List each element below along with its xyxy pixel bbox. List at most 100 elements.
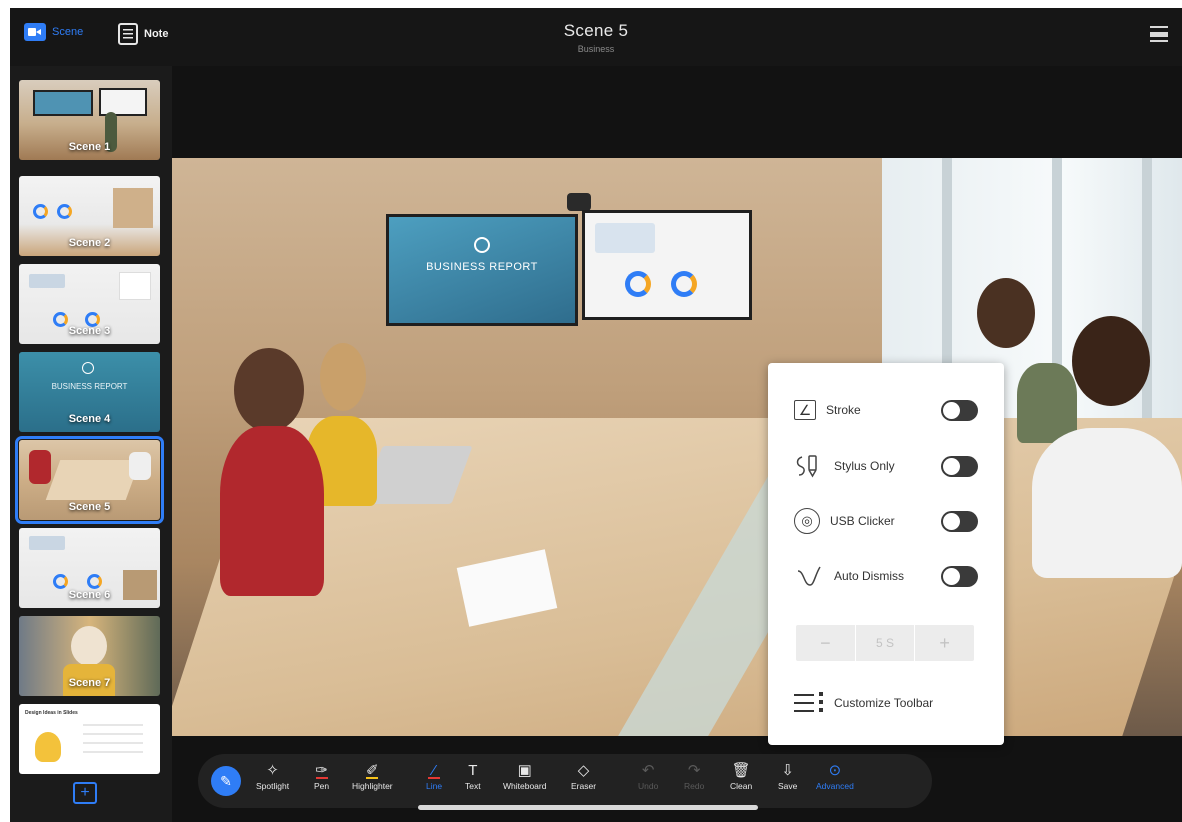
highlighter-tool[interactable]: ✐ Highlighter (352, 761, 393, 791)
scene-label: Scene 4 (68, 413, 111, 425)
tv-screen-right (582, 210, 752, 320)
line-label: Line (426, 781, 443, 791)
map-graphic (29, 536, 65, 550)
person-face (71, 626, 107, 666)
attendee-head (320, 343, 366, 411)
slide-screen (33, 90, 93, 116)
pentagon-logo-icon (474, 237, 490, 253)
table-graphic (45, 460, 141, 500)
scene-thumbnail[interactable]: Scene 1 (19, 80, 160, 160)
scene-sidebar: Scene 1 Scene 2 Scene 3 BUSINESS REPORT … (10, 66, 172, 822)
donut-chart-icon (53, 574, 68, 589)
scene-subtitle: Business (577, 44, 615, 54)
auto-dismiss-toggle[interactable] (941, 565, 978, 587)
stepper-plus-button[interactable]: + (915, 625, 974, 661)
donut-chart-icon (625, 271, 651, 297)
magic-wand-icon: ✧ (266, 762, 279, 779)
advanced-label: Advanced (816, 781, 854, 791)
whiteboard-tool[interactable]: ▣ Whiteboard (503, 761, 546, 791)
scene-thumbnail[interactable]: Scene 3 (19, 264, 160, 344)
more-circle-icon: ⊙ (828, 762, 842, 779)
undo-button[interactable]: ↶ Undo (638, 761, 658, 791)
spotlight-label: Spotlight (256, 781, 290, 791)
app-window: Scene Note Scene 5 Business Scene 1 Scen… (10, 8, 1182, 822)
pen-tool[interactable]: ✑ Pen (314, 761, 329, 791)
whiteboard-icon: ▣ (517, 762, 532, 779)
undo-label: Undo (638, 781, 659, 791)
eraser-icon: ◇ (577, 762, 590, 779)
scene-label: Scene 5 (68, 501, 111, 513)
text-tool[interactable]: T Text (465, 761, 481, 791)
stepper-value: 5 S (854, 625, 916, 661)
slide-screen (99, 88, 147, 116)
stroke-toggle[interactable] (941, 399, 978, 421)
eraser-tool[interactable]: ◇ Eraser (571, 761, 596, 791)
presenter-photo (113, 188, 153, 228)
redo-icon: ↷ (687, 762, 701, 779)
stepper-minus-button[interactable]: − (796, 625, 855, 661)
attendee-body (1017, 363, 1077, 443)
scene-label: Scene 7 (68, 677, 111, 689)
eraser-label: Eraser (571, 781, 597, 791)
trash-icon: 🗑 (731, 762, 751, 779)
menu-button[interactable] (1150, 24, 1170, 44)
stylus-only-label: Stylus Only (834, 459, 895, 473)
attendee-head (977, 278, 1035, 348)
pentagon-logo-icon (82, 362, 94, 374)
scene-canvas[interactable]: BUSINESS REPORT (172, 158, 1182, 736)
scene-thumbnail[interactable]: Scene 7 (19, 616, 160, 696)
donut-chart-icon (33, 204, 48, 219)
line-tool[interactable]: ⁄ Line (426, 761, 442, 791)
clean-label: Clean (730, 781, 753, 791)
stylus-only-toggle[interactable] (941, 455, 978, 477)
pen-icon: ✑ (315, 762, 328, 779)
scene-thumbnail[interactable]: BUSINESS REPORT Scene 4 (19, 352, 160, 432)
stylus-only-row: Stylus Only (794, 451, 978, 481)
save-download-icon: ⇩ (781, 762, 794, 779)
scene-thumbnail[interactable]: Scene 2 (19, 176, 160, 256)
redo-button[interactable]: ↷ Redo (684, 761, 704, 791)
tv-slide-title: BUSINESS REPORT (426, 261, 538, 273)
attendee-head (234, 348, 304, 432)
auto-dismiss-label: Auto Dismiss (834, 569, 905, 583)
scene-title: Scene 5 (563, 21, 629, 40)
scene-thumbnail-active[interactable]: Scene 5 (15, 436, 164, 524)
customize-toolbar-row[interactable]: Customize Toolbar (794, 688, 978, 718)
stylus-icon (794, 453, 824, 479)
scene-thumbnail[interactable]: Scene 6 (19, 528, 160, 608)
pen-label: Pen (314, 781, 330, 791)
clean-button[interactable]: 🗑 Clean (730, 761, 752, 791)
stroke-angle-icon: ∠ (794, 400, 816, 420)
conference-camera (567, 193, 591, 211)
spotlight-tool[interactable]: ✧ Spotlight (256, 761, 289, 791)
attendee-head (1072, 316, 1150, 406)
map-graphic (595, 223, 655, 253)
add-scene-button[interactable]: + (73, 782, 97, 804)
auto-dismiss-row: Auto Dismiss (794, 561, 978, 591)
dismiss-time-stepper: − 5 S + (796, 625, 974, 661)
slide-title: BUSINESS REPORT (51, 382, 128, 391)
annotation-toolbar: ✎ ✧ Spotlight ✑ Pen ✐ Highlighter ⁄ Line… (198, 754, 932, 808)
text-icon: T (468, 762, 478, 779)
donut-chart-icon (671, 271, 697, 297)
slide-title: Design Ideas in Slides (25, 710, 78, 716)
attendee-figure (29, 450, 51, 484)
donut-chart-icon (87, 574, 102, 589)
usb-clicker-icon: ◎ (794, 508, 820, 534)
usb-clicker-row: ◎ USB Clicker (794, 506, 978, 536)
save-button[interactable]: ⇩ Save (778, 761, 797, 791)
home-indicator[interactable] (418, 805, 758, 810)
scene-label: Scene 1 (68, 141, 111, 153)
attendee-body (220, 426, 324, 596)
highlighter-label: Highlighter (352, 781, 393, 791)
map-graphic (29, 274, 65, 288)
customize-list-icon (794, 690, 824, 716)
usb-clicker-toggle[interactable] (941, 510, 978, 532)
caret-down-icon (1150, 32, 1168, 37)
scene-thumbnail[interactable]: Design Ideas in Slides (19, 704, 160, 774)
pen-mode-button[interactable]: ✎ (211, 766, 241, 796)
text-label: Text (465, 781, 481, 791)
advanced-button[interactable]: ⊙ Advanced (816, 761, 854, 791)
undo-icon: ↶ (641, 762, 655, 779)
top-bar: Scene Note Scene 5 Business (10, 8, 1182, 66)
